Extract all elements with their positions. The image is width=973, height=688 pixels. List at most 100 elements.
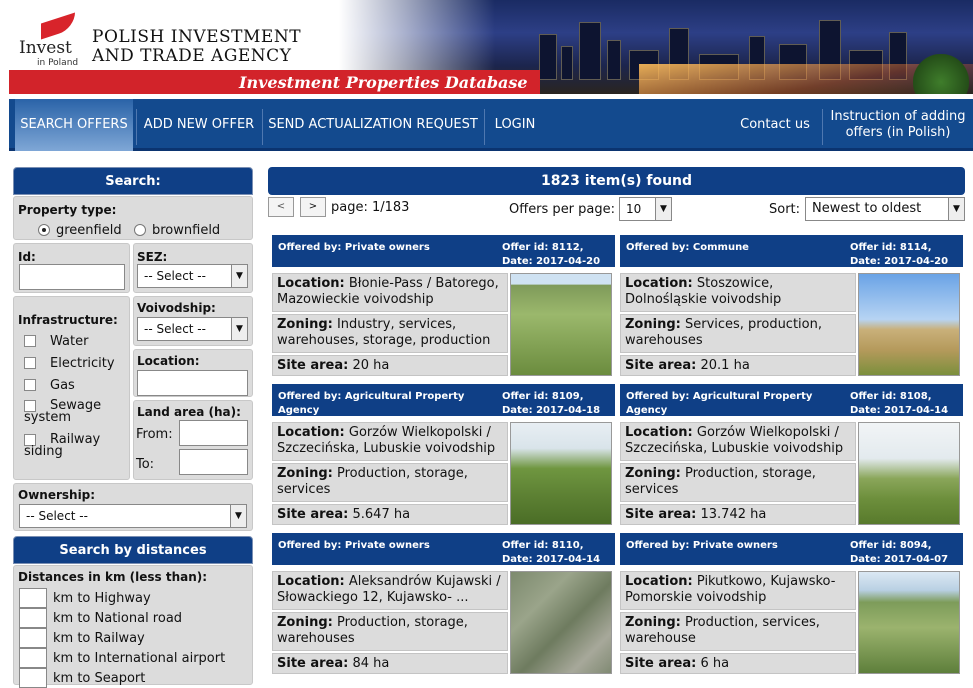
railway-siding-checkbox[interactable]: Railway siding [24, 433, 114, 458]
location-key: Location: [277, 425, 345, 440]
nav-login[interactable]: LOGIN [487, 99, 543, 151]
area-key: Site area: [277, 358, 349, 373]
offer-photo[interactable] [510, 571, 612, 674]
location-input[interactable] [137, 370, 248, 396]
page-indicator: page: 1/183 [331, 200, 410, 215]
offer-zoning: Zoning: Production, services, warehouse [620, 612, 856, 651]
nav-instruction[interactable]: Instruction of adding offers (in Polish) [827, 99, 969, 151]
nav-search-offers[interactable]: SEARCH OFFERS [15, 99, 133, 151]
offer-card[interactable]: Offered by: Commune Offer id: 8114, Date:… [620, 235, 963, 376]
railway-distance-input[interactable] [19, 628, 47, 648]
zoning-key: Zoning: [625, 317, 681, 332]
nav-send-actualization-request[interactable]: SEND ACTUALIZATION REQUEST [265, 99, 481, 151]
offer-card[interactable]: Offered by: Agricultural Property Agency… [620, 384, 963, 525]
area-key: Site area: [277, 507, 349, 522]
nav-add-new-offer[interactable]: ADD NEW OFFER [139, 99, 259, 151]
sort-select[interactable]: Newest to oldest ▼ [805, 197, 965, 221]
checkbox-icon[interactable] [24, 335, 36, 347]
brownfield-option[interactable]: brownfield [134, 223, 220, 238]
infrastructure-box: Infrastructure: Water Electricity Gas Se… [13, 296, 130, 480]
banner: Investment Properties Database [9, 70, 540, 94]
zoning-key: Zoning: [277, 466, 333, 481]
invest-in-poland-logo[interactable]: Invest in Poland [19, 12, 83, 68]
voivodship-label: Voivodship: [137, 301, 216, 315]
airport-label: km to International airport [53, 651, 226, 666]
seaport-distance-input[interactable] [19, 668, 47, 688]
offer-photo[interactable] [858, 422, 960, 525]
offer-card[interactable]: Offered by: Private owners Offer id: 811… [272, 533, 615, 674]
chevron-down-icon: ▼ [230, 505, 246, 527]
per-page-label: Offers per page: [509, 202, 616, 217]
national-road-label: km to National road [53, 611, 183, 626]
national-road-distance-input[interactable] [19, 608, 47, 628]
offer-photo[interactable] [858, 273, 960, 376]
electricity-label: Electricity [50, 356, 115, 371]
highway-label: km to Highway [53, 591, 151, 606]
distances-subtitle: Distances in km (less than): [18, 570, 208, 584]
checkbox-icon[interactable] [24, 357, 36, 369]
water-checkbox[interactable]: Water [24, 334, 88, 349]
sewage-checkbox[interactable]: Sewage system [24, 399, 114, 424]
offer-zoning: Zoning: Services, production, warehouses [620, 314, 856, 353]
offer-date: Date: 2017-04-20 [502, 256, 601, 267]
offer-date: Date: 2017-04-14 [850, 405, 949, 416]
zoning-key: Zoning: [625, 466, 681, 481]
sez-select[interactable]: -- Select -- ▼ [137, 264, 248, 288]
nav-instruction-line-2: offers (in Polish) [845, 125, 951, 140]
seaport-label: km to Seaport [53, 671, 146, 686]
next-page-button[interactable]: > [300, 197, 326, 217]
offered-by: Offered by: Agricultural Property Agency [278, 391, 465, 416]
logo-text: Invest [19, 38, 72, 58]
offer-id-date: Offer id: 8109, Date: 2017-04-18 [502, 390, 614, 416]
offer-id: Offer id: 8110, [502, 540, 584, 551]
offer-card[interactable]: Offered by: Agricultural Property Agency… [272, 384, 615, 525]
highway-distance-input[interactable] [19, 588, 47, 608]
offer-header: Offered by: Private owners Offer id: 811… [272, 533, 615, 565]
offer-location: Location: Pikutkowo, Kujawsko-Pomorskie … [620, 571, 856, 610]
offered-by: Offered by: Agricultural Property Agency [626, 391, 813, 416]
property-type-box: Property type: greenfield brownfield [13, 196, 253, 240]
offer-photo[interactable] [858, 571, 960, 674]
voivodship-select[interactable]: -- Select -- ▼ [137, 317, 248, 341]
offer-area: Site area: 84 ha [272, 653, 508, 674]
offer-card[interactable]: Offered by: Private owners Offer id: 809… [620, 533, 963, 674]
location-box: Location: [133, 349, 253, 397]
id-input[interactable] [19, 264, 125, 290]
id-label: Id: [18, 250, 36, 264]
ownership-label: Ownership: [18, 488, 96, 502]
location-key: Location: [277, 574, 345, 589]
offer-id: Offer id: 8108, [850, 391, 932, 402]
offer-location: Location: Gorzów Wielkopolski / Szczeciń… [620, 422, 856, 461]
offer-location: Location: Stoszowice, Dolnośląskie voivo… [620, 273, 856, 312]
land-area-from-input[interactable] [179, 420, 248, 446]
prev-page-button[interactable]: < [268, 197, 294, 217]
area-value: 5.647 ha [352, 507, 411, 522]
offer-photo[interactable] [510, 422, 612, 525]
sez-label: SEZ: [137, 250, 168, 264]
per-page-select[interactable]: 10 ▼ [619, 197, 672, 221]
airport-distance-input[interactable] [19, 648, 47, 668]
voivodship-box: Voivodship: -- Select -- ▼ [133, 296, 253, 346]
offer-header: Offered by: Private owners Offer id: 809… [620, 533, 963, 565]
location-label: Location: [137, 354, 200, 368]
radio-icon[interactable] [134, 224, 146, 236]
search-title: Search: [13, 167, 253, 195]
offer-area: Site area: 20.1 ha [620, 355, 856, 376]
id-box: Id: [13, 243, 130, 293]
sort-label: Sort: [769, 202, 801, 217]
nav-instruction-line-1: Instruction of adding [830, 109, 966, 124]
agency-line-2: AND TRADE AGENCY [92, 46, 292, 66]
voivodship-value: -- Select -- [144, 322, 206, 336]
greenfield-option[interactable]: greenfield [38, 223, 122, 238]
checkbox-icon[interactable] [24, 379, 36, 391]
electricity-checkbox[interactable]: Electricity [24, 356, 115, 371]
offer-card[interactable]: Offered by: Private owners Offer id: 811… [272, 235, 615, 376]
gas-checkbox[interactable]: Gas [24, 378, 75, 393]
land-area-to-input[interactable] [179, 449, 248, 475]
offer-photo[interactable] [510, 273, 612, 376]
results-count: 1823 item(s) found [268, 167, 965, 195]
nav-contact-us[interactable]: Contact us [733, 99, 817, 151]
chevron-down-icon: ▼ [948, 198, 964, 220]
ownership-select[interactable]: -- Select -- ▼ [19, 504, 247, 528]
radio-icon[interactable] [38, 224, 50, 236]
